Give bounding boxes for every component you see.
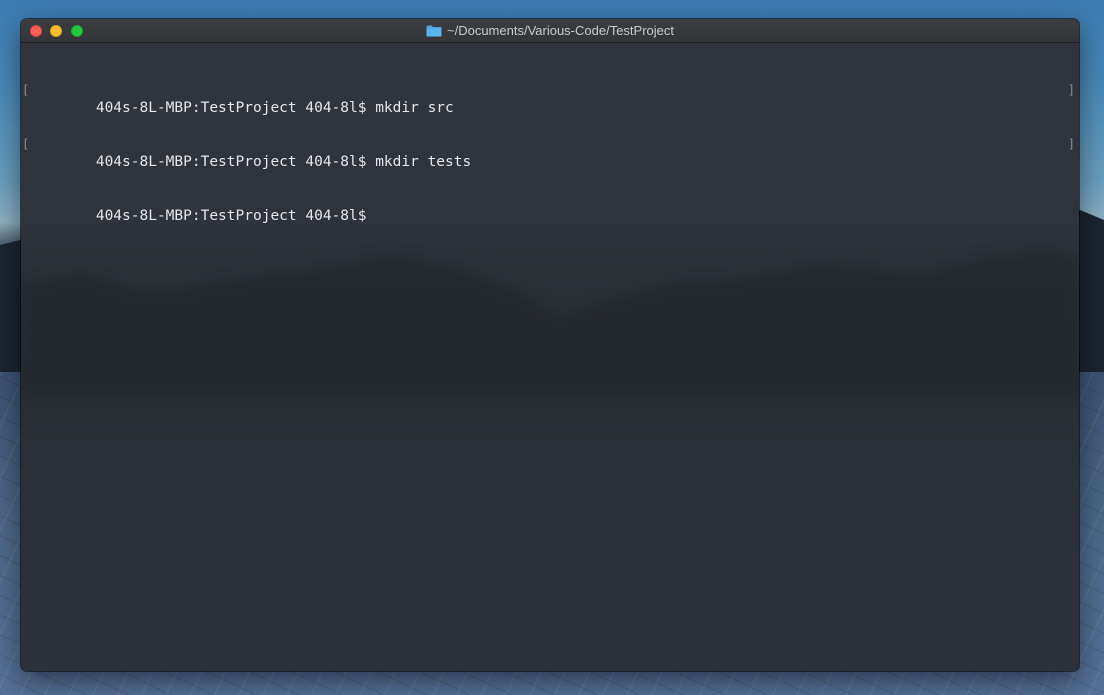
line-mark-close: ] (1067, 137, 1075, 151)
prompt: 404s-8L-MBP:TestProject 404-8l$ (95, 208, 367, 224)
terminal-line: [404s-8L-MBP:TestProject 404-8l$ mkdir s… (22, 81, 1075, 116)
terminal-output[interactable]: [404s-8L-MBP:TestProject 404-8l$ mkdir s… (22, 45, 1075, 243)
command: mkdir tests (375, 154, 472, 170)
prompt: 404s-8L-MBP:TestProject 404-8l$ (95, 154, 367, 170)
prompt: 404s-8L-MBP:TestProject 404-8l$ (95, 100, 367, 116)
terminal-line: [404s-8L-MBP:TestProject 404-8l$ mkdir t… (22, 135, 1075, 170)
command: mkdir src (375, 100, 454, 116)
line-mark-close: ] (1067, 83, 1075, 97)
folder-icon (426, 25, 442, 36)
terminal-window[interactable]: ~/Documents/Various-Code/TestProject [40… (21, 19, 1079, 671)
terminal-content[interactable]: [404s-8L-MBP:TestProject 404-8l$ mkdir s… (21, 43, 1079, 671)
line-mark-open: [ (22, 83, 30, 97)
line-mark-open: [ (22, 137, 30, 151)
terminal-line[interactable]: 404s-8L-MBP:TestProject 404-8l$ (26, 189, 1073, 224)
translucent-wallpaper-mountains (21, 248, 1079, 393)
title-bar[interactable]: ~/Documents/Various-Code/TestProject (21, 19, 1079, 43)
window-title-text: ~/Documents/Various-Code/TestProject (447, 23, 674, 38)
window-title: ~/Documents/Various-Code/TestProject (21, 19, 1079, 42)
